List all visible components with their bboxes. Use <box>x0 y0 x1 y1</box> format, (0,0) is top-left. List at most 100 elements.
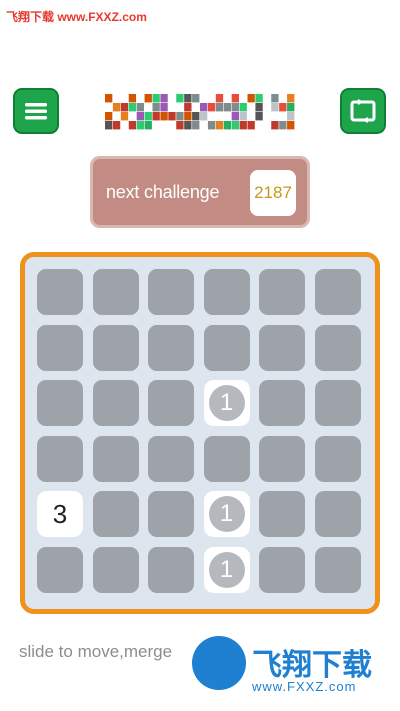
logo-pixel <box>200 112 208 121</box>
logo-pixel <box>239 112 247 121</box>
logo-pixel <box>176 112 184 121</box>
number-tile[interactable]: 1 <box>203 546 250 593</box>
logo-pixel <box>120 112 129 121</box>
logo-pixel <box>152 94 160 103</box>
menu-button[interactable] <box>13 88 59 134</box>
logo-pixel <box>144 94 152 103</box>
board-cell <box>259 546 305 593</box>
board-cell <box>37 324 83 371</box>
logo-pixel <box>105 121 113 130</box>
board-cell <box>92 435 139 482</box>
pixel-logo <box>105 94 295 130</box>
logo-pixel <box>215 94 224 103</box>
next-challenge-value: 2187 <box>250 170 296 216</box>
logo-pixel <box>184 94 192 103</box>
logo-pixel <box>287 94 295 103</box>
logo-pixel <box>231 121 239 130</box>
logo-pixel <box>152 103 160 112</box>
board-cell <box>148 324 194 371</box>
board-cell <box>92 491 139 537</box>
board-cell <box>92 324 139 371</box>
logo-pixel <box>271 121 279 130</box>
number-tile[interactable]: 3 <box>37 491 83 537</box>
tile-value: 1 <box>208 385 245 421</box>
watermark-logo-icon <box>192 636 246 690</box>
restart-icon <box>350 99 376 123</box>
logo-pixel <box>255 103 263 112</box>
logo-pixel <box>192 94 200 103</box>
tile-value: 1 <box>208 496 245 532</box>
logo-pixel <box>112 103 121 112</box>
logo-pixel <box>176 121 184 130</box>
board-cell <box>148 269 194 315</box>
board-cell <box>259 269 305 315</box>
logo-pixel <box>176 94 184 103</box>
logo-pixel <box>223 103 232 112</box>
board-cell <box>37 269 83 315</box>
logo-pixel <box>207 103 216 112</box>
board-cell <box>314 380 361 426</box>
watermark-top: 飞翔下载 www.FXXZ.com <box>6 10 147 24</box>
restart-button[interactable] <box>340 88 386 134</box>
logo-pixel <box>271 103 279 112</box>
logo-pixel <box>287 103 295 112</box>
number-tile[interactable]: 1 <box>203 491 250 537</box>
logo-pixel <box>215 103 224 112</box>
board-cell <box>259 324 305 371</box>
board-cell <box>203 324 250 371</box>
next-challenge-card[interactable]: next challenge 2187 <box>90 156 310 228</box>
board-cell <box>314 324 361 371</box>
board-cell <box>314 546 361 593</box>
number-tile[interactable]: 1 <box>203 380 250 426</box>
logo-pixel <box>231 112 239 121</box>
logo-pixel <box>239 121 247 130</box>
board-cell <box>259 380 305 426</box>
logo-pixel <box>255 94 263 103</box>
logo-pixel <box>160 94 168 103</box>
board-cell <box>203 435 250 482</box>
board-cell <box>203 269 250 315</box>
logo-pixel <box>247 121 255 130</box>
board-cell <box>148 491 194 537</box>
logo-pixel <box>184 121 192 130</box>
logo-pixel <box>207 121 216 130</box>
watermark-brand: 飞翔下载 <box>252 649 372 682</box>
game-board[interactable]: 1 3 1 1 <box>20 252 380 614</box>
logo-pixel <box>128 121 137 130</box>
logo-pixel <box>247 94 255 103</box>
logo-pixel <box>184 112 192 121</box>
board-cell <box>148 546 194 593</box>
logo-pixel <box>160 112 168 121</box>
logo-pixel <box>144 112 152 121</box>
tile-value: 3 <box>52 498 68 529</box>
board-cell <box>314 491 361 537</box>
logo-pixel <box>168 112 176 121</box>
logo-pixel <box>136 121 144 130</box>
board-cell <box>314 435 361 482</box>
logo-pixel <box>112 121 121 130</box>
next-challenge-label: next challenge <box>106 182 220 202</box>
logo-pixel <box>105 94 113 103</box>
logo-pixel <box>231 94 239 103</box>
board-cell <box>92 380 139 426</box>
board-cell <box>148 435 194 482</box>
board-cell <box>37 435 83 482</box>
board-cell <box>314 269 361 315</box>
logo-pixel <box>160 103 168 112</box>
logo-pixel <box>215 121 224 130</box>
logo-pixel <box>271 94 279 103</box>
logo-pixel <box>192 121 200 130</box>
logo-pixel <box>239 103 247 112</box>
logo-pixel <box>287 112 295 121</box>
logo-pixel <box>128 103 137 112</box>
board-cell <box>92 269 139 315</box>
menu-icon <box>25 103 47 120</box>
logo-pixel <box>144 121 152 130</box>
board-cell <box>92 546 139 593</box>
board-cell <box>37 546 83 593</box>
board-cell <box>259 435 305 482</box>
logo-pixel <box>128 94 137 103</box>
logo-pixel <box>279 121 287 130</box>
tile-value: 1 <box>208 551 245 588</box>
board-cell <box>37 380 83 426</box>
